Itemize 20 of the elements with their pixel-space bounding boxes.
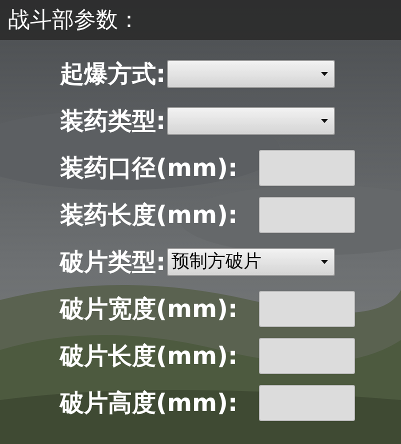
field-label: 装药类型: <box>60 109 166 133</box>
caret-icon <box>320 119 328 123</box>
field-label: 破片类型: <box>60 250 166 274</box>
input-field[interactable] <box>259 338 355 374</box>
panel-header: 战斗部参数： <box>0 0 401 40</box>
field-label: 破片长度(mm): <box>60 344 238 368</box>
dropdown[interactable]: 预制方破片 <box>166 248 335 276</box>
field-label: 装药口径(mm): <box>60 156 238 180</box>
dropdown[interactable] <box>166 60 335 88</box>
field-label: 起爆方式: <box>60 62 166 86</box>
input-field[interactable] <box>259 150 355 186</box>
input-field[interactable] <box>259 291 355 327</box>
field-label: 破片高度(mm): <box>60 391 238 415</box>
input-field[interactable] <box>259 385 355 421</box>
caret-icon <box>320 260 328 264</box>
field-label: 装药长度(mm): <box>60 203 238 227</box>
caret-icon <box>320 72 328 76</box>
field-label: 破片宽度(mm): <box>60 297 238 321</box>
dropdown[interactable] <box>166 107 335 135</box>
input-field[interactable] <box>259 197 355 233</box>
